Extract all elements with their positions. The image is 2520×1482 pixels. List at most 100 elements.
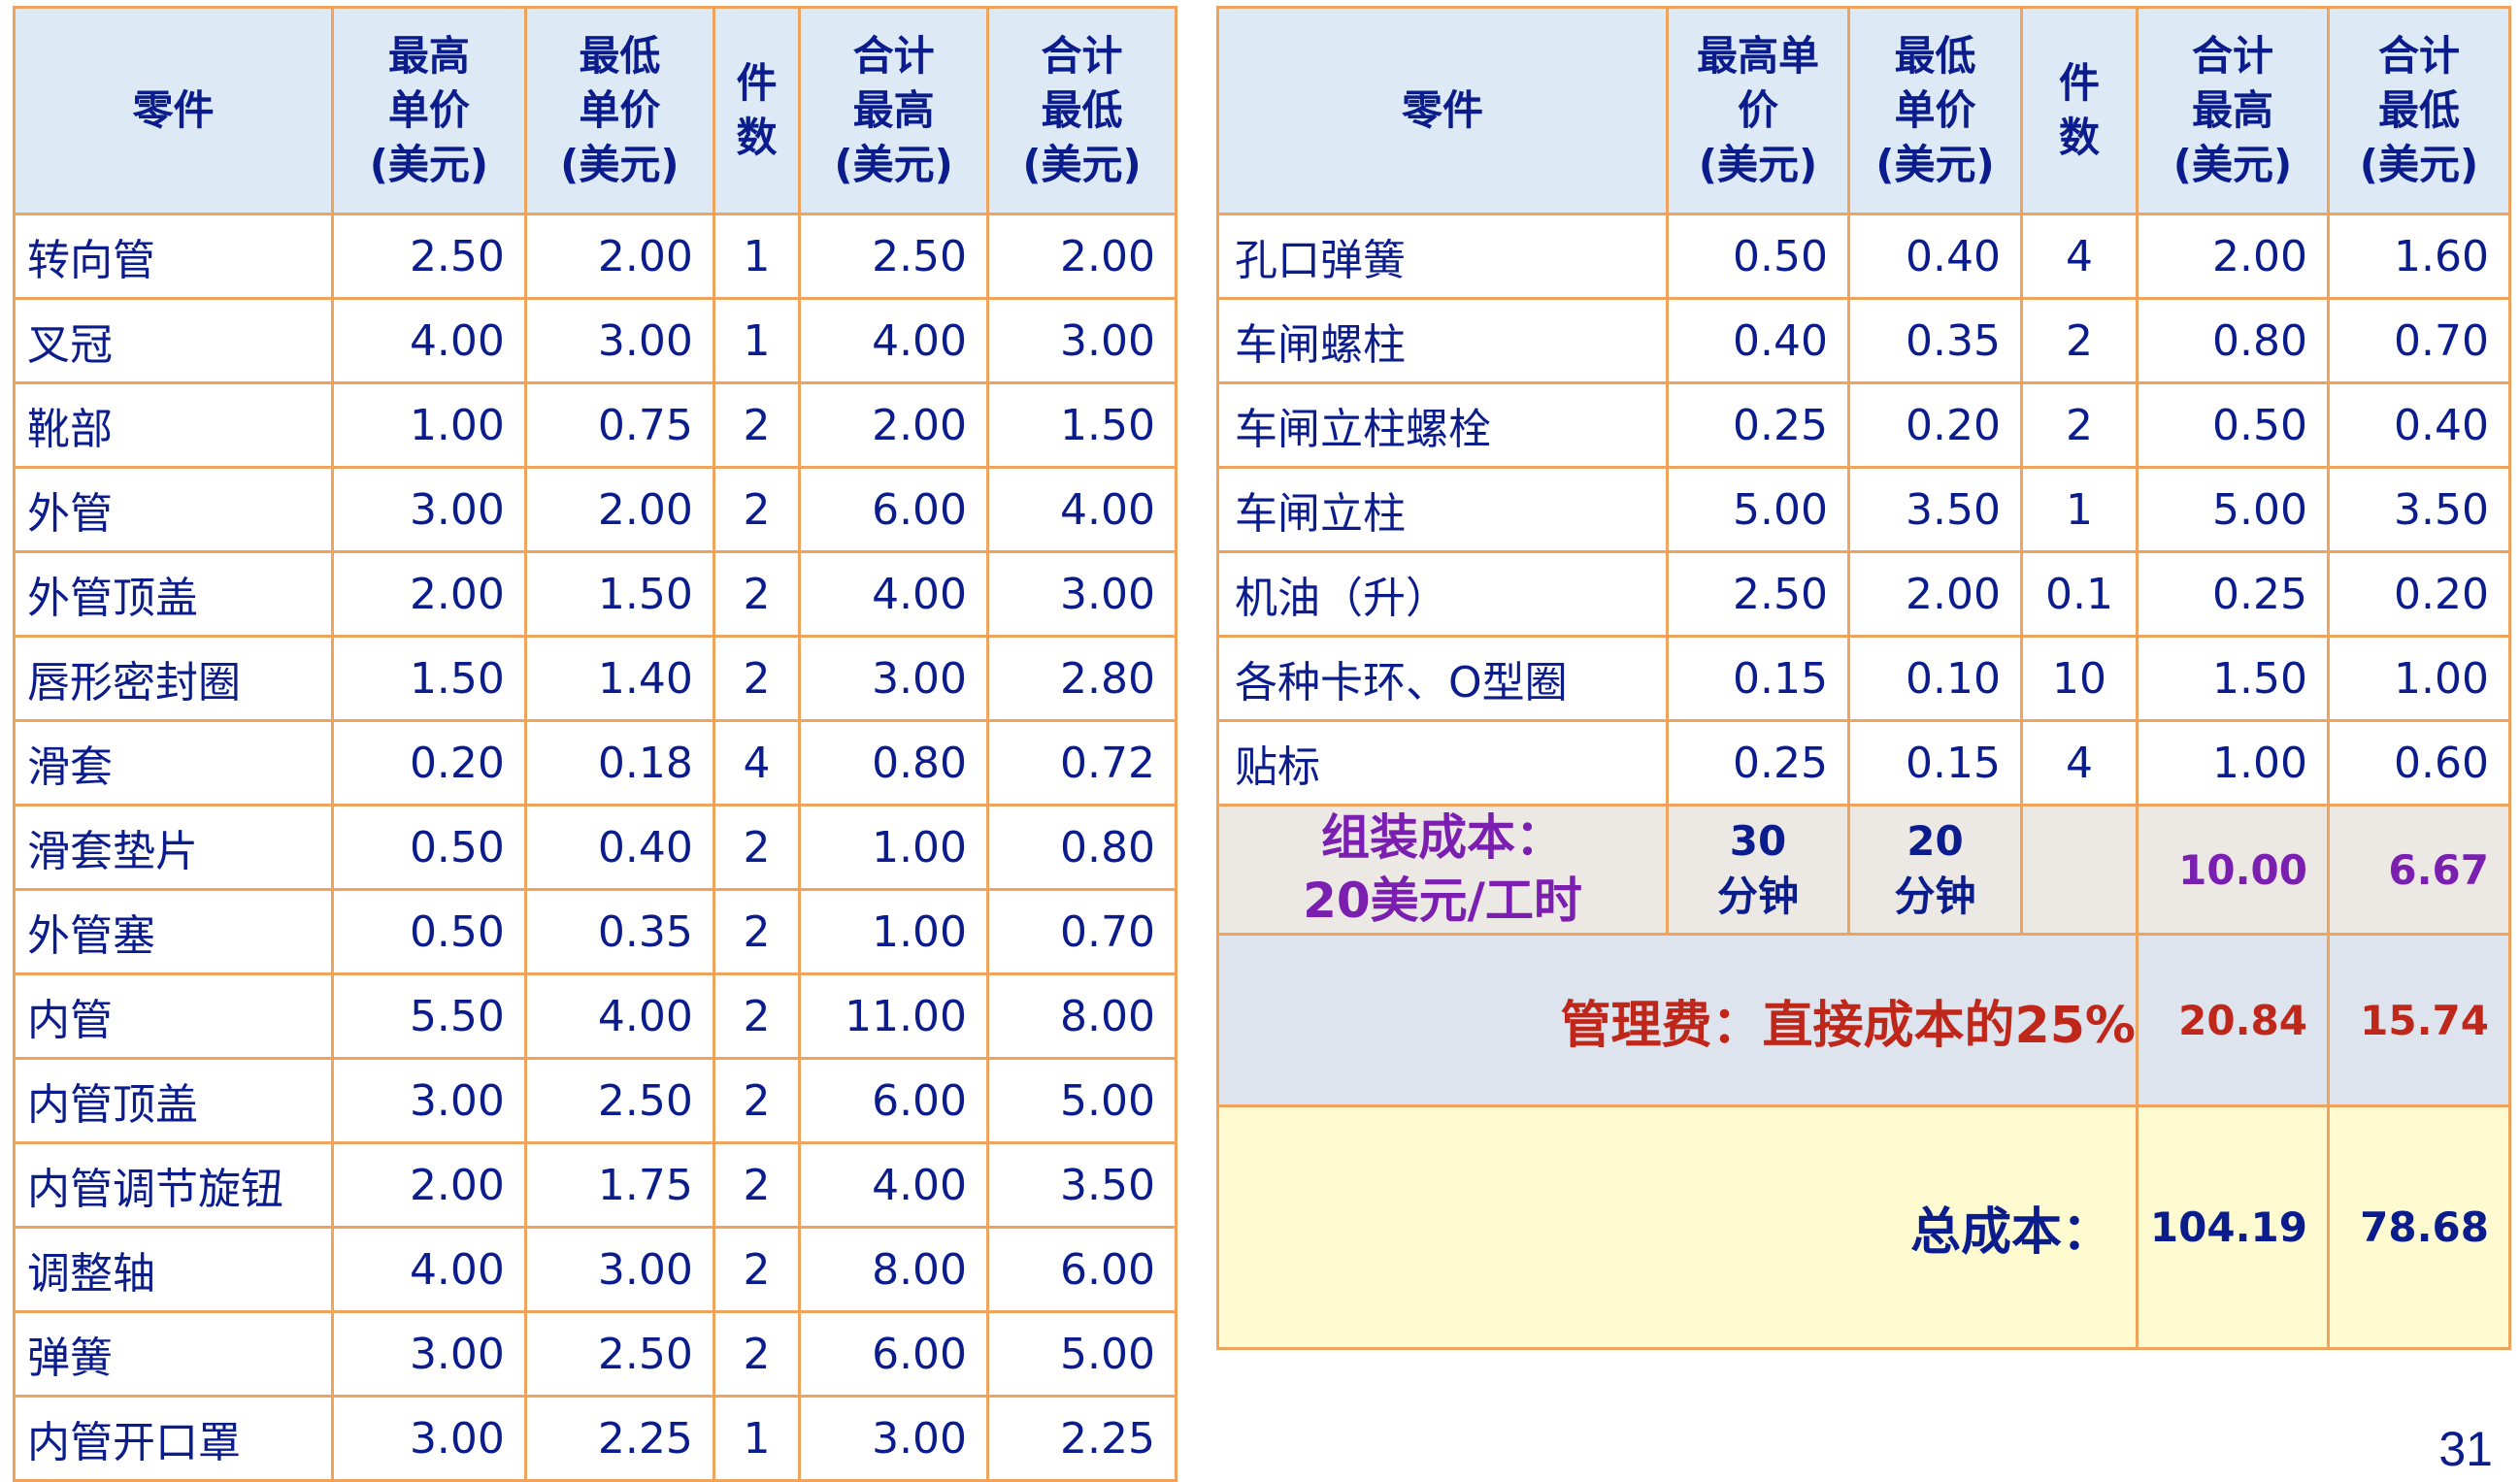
min-unit-price-cell: 3.00 [523, 297, 715, 384]
total-cost-max: 104.19 [2136, 1104, 2330, 1350]
part-name-cell: 机油（升） [1216, 550, 1669, 638]
max-unit-price-cell: 0.50 [1666, 213, 1850, 300]
part-name-cell: 内管顶盖 [13, 1057, 334, 1144]
header-total-min: 合计 最低 (美元) [986, 6, 1177, 215]
total-max-cell: 5.00 [2136, 466, 2330, 553]
min-unit-price-cell: 1.75 [523, 1141, 715, 1229]
part-name-cell: 弹簧 [13, 1310, 334, 1398]
table-row: 各种卡环、O型圈 0.15 0.10 10 1.50 1.00 [1216, 635, 2511, 722]
header-part: 零件 [1216, 6, 1669, 215]
quantity-cell: 2 [2020, 297, 2139, 384]
total-max-cell: 0.50 [2136, 381, 2330, 469]
assembly-cost-label: 组装成本： 20美元/工时 [1216, 804, 1669, 936]
part-name-cell: 外管顶盖 [13, 550, 334, 638]
left-cost-table: 零件 最高 单价 (美元) 最低 单价 (美元) 件 数 合计 最高 (美元) … [13, 6, 1177, 1482]
quantity-cell: 1 [712, 1395, 802, 1482]
overhead-label: 管理费：直接成本的25% [1216, 933, 2139, 1107]
max-unit-price-cell: 4.00 [330, 1226, 527, 1313]
total-min-cell: 3.00 [986, 297, 1177, 384]
table-row: 内管 5.50 4.00 2 11.00 8.00 [13, 972, 1177, 1060]
min-unit-price-cell: 1.50 [523, 550, 715, 638]
max-unit-price-cell: 1.00 [330, 381, 527, 469]
overhead-row: 管理费：直接成本的25% 20.84 15.74 [1216, 933, 2511, 1107]
total-min-cell: 5.00 [986, 1310, 1177, 1398]
table-row: 靴部 1.00 0.75 2 2.00 1.50 [13, 381, 1177, 469]
quantity-cell: 4 [2020, 213, 2139, 300]
total-max-cell: 2.50 [798, 213, 990, 300]
table-row: 机油（升） 2.50 2.00 0.1 0.25 0.20 [1216, 550, 2511, 638]
total-cost-row: 总成本： 104.19 78.68 [1216, 1104, 2511, 1350]
table-row: 内管顶盖 3.00 2.50 2 6.00 5.00 [13, 1057, 1177, 1144]
header-min-unit-price: 最低 单价 (美元) [1847, 6, 2023, 215]
max-unit-price-cell: 0.20 [330, 719, 527, 807]
total-max-cell: 6.00 [798, 1310, 990, 1398]
total-max-cell: 1.00 [798, 804, 990, 891]
max-unit-price-cell: 0.50 [330, 804, 527, 891]
min-unit-price-cell: 0.20 [1847, 381, 2023, 469]
max-unit-price-cell: 0.50 [330, 888, 527, 975]
header-min-unit-price: 最低 单价 (美元) [523, 6, 715, 215]
table-row: 唇形密封圈 1.50 1.40 2 3.00 2.80 [13, 635, 1177, 722]
total-max-cell: 4.00 [798, 1141, 990, 1229]
quantity-cell: 2 [712, 1141, 802, 1229]
total-min-cell: 2.80 [986, 635, 1177, 722]
header-max-unit-price: 最高 单价 (美元) [330, 6, 527, 215]
part-name-cell: 车闸立柱 [1216, 466, 1669, 553]
min-unit-price-cell: 4.00 [523, 972, 715, 1060]
part-name-cell: 调整轴 [13, 1226, 334, 1313]
table-row: 外管顶盖 2.00 1.50 2 4.00 3.00 [13, 550, 1177, 638]
table-row: 滑套垫片 0.50 0.40 2 1.00 0.80 [13, 804, 1177, 891]
part-name-cell: 唇形密封圈 [13, 635, 334, 722]
quantity-cell: 2 [712, 1057, 802, 1144]
total-max-cell: 3.00 [798, 1395, 990, 1482]
table-row: 转向管 2.50 2.00 1 2.50 2.00 [13, 213, 1177, 300]
table-row: 外管塞 0.50 0.35 2 1.00 0.70 [13, 888, 1177, 975]
total-min-cell: 1.50 [986, 381, 1177, 469]
quantity-cell: 2 [712, 1226, 802, 1313]
part-name-cell: 各种卡环、O型圈 [1216, 635, 1669, 722]
total-min-cell: 1.00 [2327, 635, 2511, 722]
max-unit-price-cell: 0.15 [1666, 635, 1850, 722]
overhead-total-max: 20.84 [2136, 933, 2330, 1107]
total-min-cell: 4.00 [986, 466, 1177, 553]
part-name-cell: 靴部 [13, 381, 334, 469]
min-unit-price-cell: 0.35 [523, 888, 715, 975]
table-row: 外管 3.00 2.00 2 6.00 4.00 [13, 466, 1177, 553]
total-min-cell: 0.72 [986, 719, 1177, 807]
min-unit-price-cell: 2.50 [523, 1310, 715, 1398]
assembly-min-time: 20 分钟 [1847, 804, 2023, 936]
table-row: 内管开口罩 3.00 2.25 1 3.00 2.25 [13, 1395, 1177, 1482]
quantity-cell: 2 [2020, 381, 2139, 469]
min-unit-price-cell: 3.50 [1847, 466, 2023, 553]
total-max-cell: 6.00 [798, 1057, 990, 1144]
part-name-cell: 车闸立柱螺栓 [1216, 381, 1669, 469]
quantity-cell: 4 [2020, 719, 2139, 807]
max-unit-price-cell: 4.00 [330, 297, 527, 384]
part-name-cell: 滑套 [13, 719, 334, 807]
max-unit-price-cell: 2.00 [330, 550, 527, 638]
header-max-unit-price: 最高单 价 (美元) [1666, 6, 1850, 215]
min-unit-price-cell: 2.00 [1847, 550, 2023, 638]
assembly-total-min: 6.67 [2327, 804, 2511, 936]
total-min-cell: 8.00 [986, 972, 1177, 1060]
assembly-cost-row: 组装成本： 20美元/工时 30 分钟 20 分钟 10.00 6.67 [1216, 804, 2511, 936]
quantity-cell: 2 [712, 381, 802, 469]
left-header-row: 零件 最高 单价 (美元) 最低 单价 (美元) 件 数 合计 最高 (美元) … [13, 6, 1177, 215]
total-max-cell: 4.00 [798, 550, 990, 638]
quantity-cell: 1 [2020, 466, 2139, 553]
max-unit-price-cell: 3.00 [330, 1395, 527, 1482]
min-unit-price-cell: 0.40 [523, 804, 715, 891]
max-unit-price-cell: 5.50 [330, 972, 527, 1060]
max-unit-price-cell: 2.50 [1666, 550, 1850, 638]
total-max-cell: 3.00 [798, 635, 990, 722]
part-name-cell: 内管 [13, 972, 334, 1060]
total-min-cell: 5.00 [986, 1057, 1177, 1144]
max-unit-price-cell: 3.00 [330, 1310, 527, 1398]
quantity-cell: 0.1 [2020, 550, 2139, 638]
quantity-cell: 2 [712, 635, 802, 722]
overhead-total-min: 15.74 [2327, 933, 2511, 1107]
table-row: 叉冠 4.00 3.00 1 4.00 3.00 [13, 297, 1177, 384]
part-name-cell: 孔口弹簧 [1216, 213, 1669, 300]
header-total-max: 合计 最高 (美元) [798, 6, 990, 215]
total-max-cell: 0.80 [2136, 297, 2330, 384]
